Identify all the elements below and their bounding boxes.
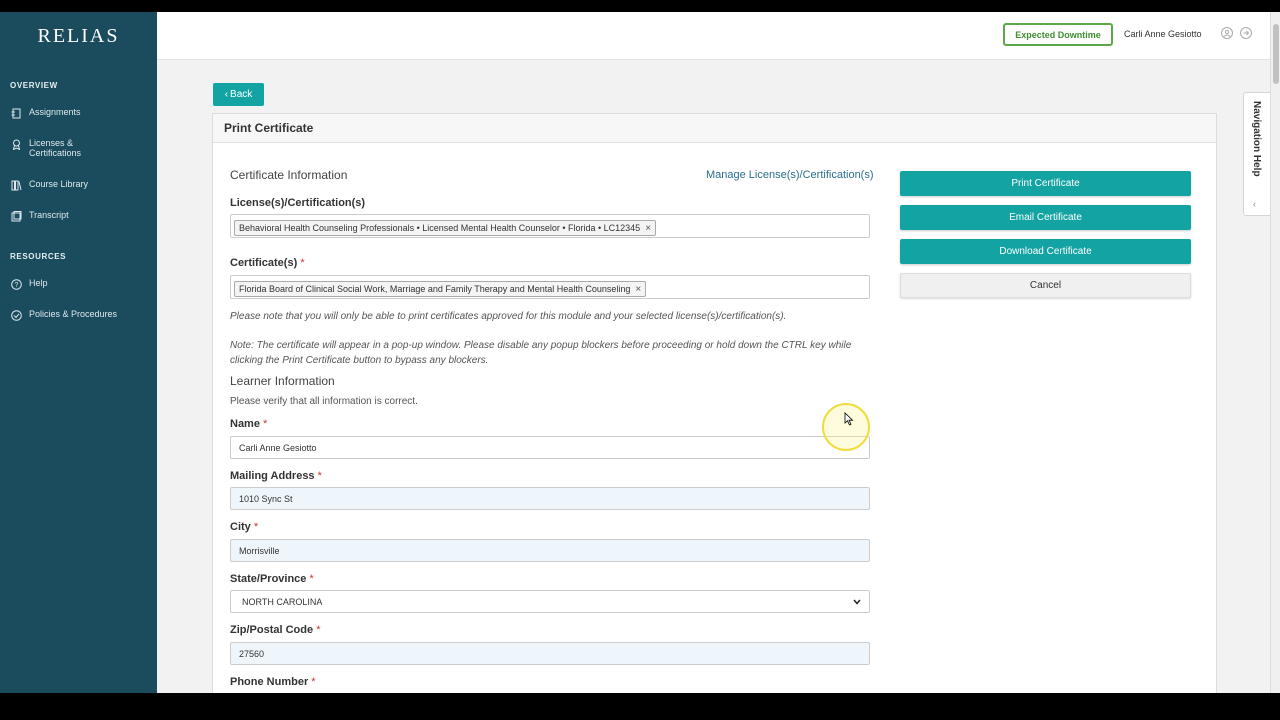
sidebar-item-label: Help bbox=[29, 278, 48, 288]
sidebar-item-assignments[interactable]: Assignments bbox=[10, 107, 150, 119]
sidebar-item-label: Policies & Procedures bbox=[29, 309, 118, 319]
help-icon: ? bbox=[10, 278, 22, 290]
cancel-button[interactable]: Cancel bbox=[900, 273, 1191, 298]
address-label: Mailing Address * bbox=[230, 470, 322, 482]
navigation-help-label: Navigation Help bbox=[1251, 101, 1262, 177]
print-certificate-panel: Print Certificate Certificate Informatio… bbox=[212, 113, 1217, 693]
certificates-multiselect[interactable]: Florida Board of Clinical Social Work, M… bbox=[230, 275, 870, 299]
state-select[interactable]: NORTH CAROLINA bbox=[230, 590, 870, 613]
assignments-icon bbox=[10, 107, 22, 119]
remove-tag-icon[interactable]: × bbox=[645, 223, 651, 234]
certificate-info-title: Certificate Information bbox=[230, 168, 348, 182]
manage-licenses-link[interactable]: Manage License(s)/Certification(s) bbox=[706, 169, 874, 181]
zip-field[interactable]: 27560 bbox=[230, 642, 870, 665]
license-tag: Behavioral Health Counseling Professiona… bbox=[234, 220, 657, 236]
library-icon bbox=[10, 179, 22, 191]
name-field[interactable]: Carli Anne Gesiotto bbox=[230, 436, 870, 459]
sidebar-item-label: Assignments bbox=[29, 107, 81, 117]
state-label: State/Province * bbox=[230, 573, 314, 585]
sidebar-item-course-library[interactable]: Course Library bbox=[10, 179, 150, 191]
certificates-label: Certificate(s) * bbox=[230, 257, 305, 269]
mouse-pointer-icon bbox=[844, 412, 854, 426]
popup-note: Note: The certificate will appear in a p… bbox=[230, 340, 852, 366]
top-header: Expected Downtime Carli Anne Gesiotto bbox=[157, 12, 1270, 60]
chevron-left-icon: ‹ bbox=[224, 89, 229, 100]
sidebar-item-label-line2: Certifications bbox=[29, 148, 82, 158]
navigation-help-tab[interactable]: Navigation Help ‹ bbox=[1243, 92, 1270, 216]
user-name[interactable]: Carli Anne Gesiotto bbox=[1124, 29, 1202, 39]
email-certificate-button[interactable]: Email Certificate bbox=[900, 205, 1191, 230]
check-circle-icon bbox=[10, 309, 22, 321]
remove-tag-icon[interactable]: × bbox=[635, 284, 641, 295]
city-label: City * bbox=[230, 521, 259, 533]
sidebar-item-policies[interactable]: Policies & Procedures bbox=[10, 309, 150, 321]
address-field[interactable]: 1010 Sync St bbox=[230, 487, 870, 510]
back-button[interactable]: ‹ Back bbox=[213, 83, 264, 106]
chevron-left-icon: ‹ bbox=[1253, 199, 1256, 209]
sidebar-item-label: Course Library bbox=[29, 179, 89, 189]
section-overview: OVERVIEW bbox=[10, 81, 58, 90]
city-field[interactable]: Morrisville bbox=[230, 539, 870, 562]
app-window: RELIAS OVERVIEW Assignments Licenses & C… bbox=[0, 12, 1280, 693]
svg-text:?: ? bbox=[14, 282, 18, 289]
panel-title: Print Certificate bbox=[213, 114, 1216, 143]
print-certificate-button[interactable]: Print Certificate bbox=[900, 171, 1191, 196]
phone-label: Phone Number * bbox=[230, 676, 316, 688]
sidebar-item-label: Transcript bbox=[29, 210, 69, 220]
vertical-scrollbar[interactable] bbox=[1270, 12, 1280, 693]
chevron-down-icon bbox=[853, 597, 861, 607]
verify-text: Please verify that all information is co… bbox=[230, 396, 418, 407]
zip-label: Zip/Postal Code * bbox=[230, 624, 321, 636]
user-profile-icon[interactable] bbox=[1221, 27, 1233, 39]
download-certificate-button[interactable]: Download Certificate bbox=[900, 239, 1191, 264]
license-icon bbox=[10, 138, 22, 150]
sidebar-item-licenses[interactable]: Licenses & Certifications bbox=[10, 138, 150, 158]
relias-logo[interactable]: RELIAS bbox=[0, 12, 157, 60]
name-label: Name * bbox=[230, 418, 268, 430]
sidebar-item-label: Licenses & bbox=[29, 138, 74, 148]
cursor-highlight bbox=[822, 403, 870, 451]
back-label: Back bbox=[230, 89, 253, 100]
logout-icon[interactable] bbox=[1240, 27, 1252, 39]
certificate-tag: Florida Board of Clinical Social Work, M… bbox=[234, 281, 647, 297]
sidebar-item-help[interactable]: ? Help bbox=[10, 278, 150, 290]
approval-note: Please note that you will only be able t… bbox=[230, 311, 787, 322]
scrollbar-thumb[interactable] bbox=[1273, 24, 1279, 84]
sidebar-item-transcript[interactable]: Transcript bbox=[10, 210, 150, 222]
expected-downtime-button[interactable]: Expected Downtime bbox=[1003, 23, 1113, 46]
sidebar: RELIAS OVERVIEW Assignments Licenses & C… bbox=[0, 12, 157, 693]
licenses-label: License(s)/Certification(s) bbox=[230, 197, 366, 209]
learner-info-title: Learner Information bbox=[230, 374, 335, 388]
licenses-multiselect[interactable]: Behavioral Health Counseling Professiona… bbox=[230, 214, 870, 238]
transcript-icon bbox=[10, 210, 22, 222]
section-resources: RESOURCES bbox=[10, 252, 67, 261]
